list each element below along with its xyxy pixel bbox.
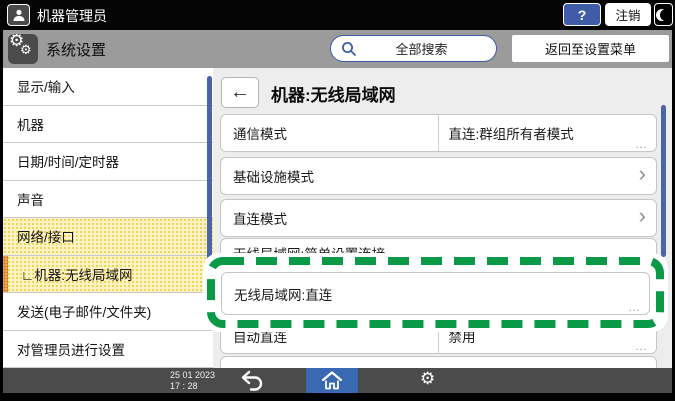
search-all-button[interactable]: 全部搜索 xyxy=(330,35,497,62)
setting-label: 通信模式 xyxy=(221,115,439,151)
time-label: 17 : 28 xyxy=(170,380,198,391)
sidebar-item-send-email-folder[interactable]: 发送(电子邮件/文件夹) xyxy=(3,293,213,331)
setting-value: 直连:群组所有者模式 xyxy=(448,127,574,142)
sidebar-item-machine[interactable]: 机器 xyxy=(3,105,213,143)
more-indicator: … xyxy=(635,339,648,353)
app-header: ⚙ ⚙ 系统设置 全部搜索 返回至设置菜单 xyxy=(3,30,672,68)
back-undo-icon[interactable] xyxy=(240,370,266,396)
sidebar-item-date-time-timer[interactable]: 日期/时间/定时器 xyxy=(3,143,213,181)
settings-gears-icon: ⚙ ⚙ xyxy=(8,34,38,64)
settings-sidebar: 显示/输入 机器 日期/时间/定时器 声音 网络/接口 ∟机器:无线局域网 发送… xyxy=(3,68,213,368)
home-button[interactable] xyxy=(306,368,358,393)
setting-row-wireless-lan-direct[interactable]: 无线局域网:直连 … xyxy=(221,272,650,315)
moon-icon xyxy=(660,9,672,21)
setting-label: 直连模式 xyxy=(233,212,287,227)
date-label: 25 01 2023 xyxy=(170,370,216,380)
setting-row-direct-mode[interactable]: 直连模式 › xyxy=(220,199,657,237)
titlebar: 机器管理员 ? 注销 xyxy=(0,0,675,30)
logout-button[interactable]: 注销 xyxy=(605,3,651,26)
user-avatar-icon xyxy=(7,4,30,26)
setting-label: 无线局域网:直连 xyxy=(234,287,333,303)
sleep-mode-button[interactable] xyxy=(654,3,673,26)
chevron-right-icon: › xyxy=(638,203,646,229)
sidebar-item-administrator-settings[interactable]: 对管理员进行设置 xyxy=(3,330,213,368)
panel-scrollbar[interactable] xyxy=(661,105,666,257)
highlight-callout: 无线局域网:直连 … xyxy=(203,253,668,332)
home-icon xyxy=(321,371,343,390)
sidebar-item-sound[interactable]: 声音 xyxy=(3,180,213,218)
sidebar-item-display-input[interactable]: 显示/输入 xyxy=(3,68,213,106)
more-indicator: … xyxy=(635,137,648,151)
settings-gear-icon[interactable]: ⚙ xyxy=(420,369,435,389)
content-area: 显示/输入 机器 日期/时间/定时器 声音 网络/接口 ∟机器:无线局域网 发送… xyxy=(3,68,672,368)
person-icon xyxy=(13,9,24,21)
more-indicator: … xyxy=(628,300,641,314)
logged-in-user-label: 机器管理员 xyxy=(37,8,107,24)
setting-row-communication-mode[interactable]: 通信模式 直连:群组所有者模式 … xyxy=(220,114,657,152)
setting-row-partial[interactable] xyxy=(220,356,657,368)
setting-row-infrastructure-mode[interactable]: 基础设施模式 › xyxy=(220,157,657,195)
sidebar-item-machine-wireless-lan[interactable]: ∟机器:无线局域网 xyxy=(3,255,213,293)
sidebar-item-network-interface[interactable]: 网络/接口 xyxy=(3,218,213,256)
date-time-display: 25 01 2023 17 : 28 xyxy=(170,370,215,391)
selected-indicator-bar xyxy=(3,255,8,292)
device-navbar: 25 01 2023 17 : 28 ⚙ xyxy=(3,368,672,393)
help-button[interactable]: ? xyxy=(563,3,601,26)
search-icon xyxy=(342,41,357,56)
back-button[interactable]: ← xyxy=(221,77,259,108)
page-title: 机器:无线局域网 xyxy=(271,86,396,105)
settings-panel: ← 机器:无线局域网 通信模式 直连:群组所有者模式 … 基础设施模式 › 直连… xyxy=(203,68,672,368)
return-to-settings-menu-button[interactable]: 返回至设置菜单 xyxy=(512,35,669,62)
app-title: 系统设置 xyxy=(46,42,107,59)
chevron-right-icon: › xyxy=(638,161,646,187)
setting-label: 基础设施模式 xyxy=(233,170,314,185)
search-all-label: 全部搜索 xyxy=(395,42,448,57)
